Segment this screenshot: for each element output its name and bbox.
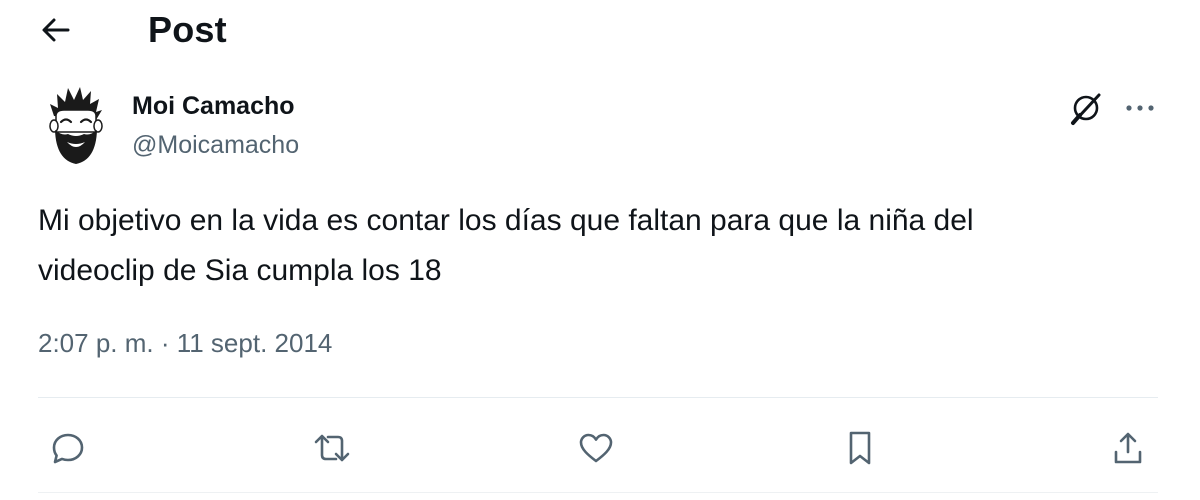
author-display-name[interactable]: Moi Camacho bbox=[132, 92, 295, 121]
arrow-left-icon bbox=[42, 18, 70, 42]
header: Post bbox=[0, 0, 1200, 64]
heart-icon bbox=[579, 433, 613, 463]
bottom-divider bbox=[38, 492, 1158, 493]
more-button[interactable] bbox=[1118, 88, 1162, 128]
post-text-line-2: videoclip de Sia cumpla los 18 bbox=[38, 254, 442, 287]
divider bbox=[38, 397, 1158, 398]
repost-button[interactable] bbox=[302, 418, 362, 478]
bookmark-button[interactable] bbox=[830, 418, 890, 478]
reply-icon bbox=[52, 433, 84, 464]
grok-button[interactable] bbox=[1066, 88, 1106, 128]
repost-icon bbox=[314, 434, 350, 462]
back-button[interactable] bbox=[30, 8, 82, 52]
avatar-illustration bbox=[49, 87, 103, 164]
grok-icon bbox=[1071, 93, 1101, 125]
share-icon bbox=[1114, 432, 1142, 464]
avatar[interactable] bbox=[40, 82, 110, 170]
more-dots-icon bbox=[1126, 105, 1154, 111]
action-bar bbox=[0, 418, 1200, 478]
post-text-line-1: Mi objetivo en la vida es contar los día… bbox=[38, 204, 974, 237]
author-handle[interactable]: @Moicamacho bbox=[132, 131, 299, 160]
post-timestamp[interactable]: 2:07 p. m. · 11 sept. 2014 bbox=[38, 328, 332, 359]
like-button[interactable] bbox=[566, 418, 626, 478]
reply-button[interactable] bbox=[38, 418, 98, 478]
share-button[interactable] bbox=[1098, 418, 1158, 478]
page-title: Post bbox=[148, 9, 227, 50]
post-text: Mi objetivo en la vida es contar los día… bbox=[38, 196, 1168, 296]
post-page: Post Moi Camacho @Moicamacho Mi objetivo… bbox=[0, 0, 1200, 500]
bookmark-icon bbox=[849, 431, 871, 465]
